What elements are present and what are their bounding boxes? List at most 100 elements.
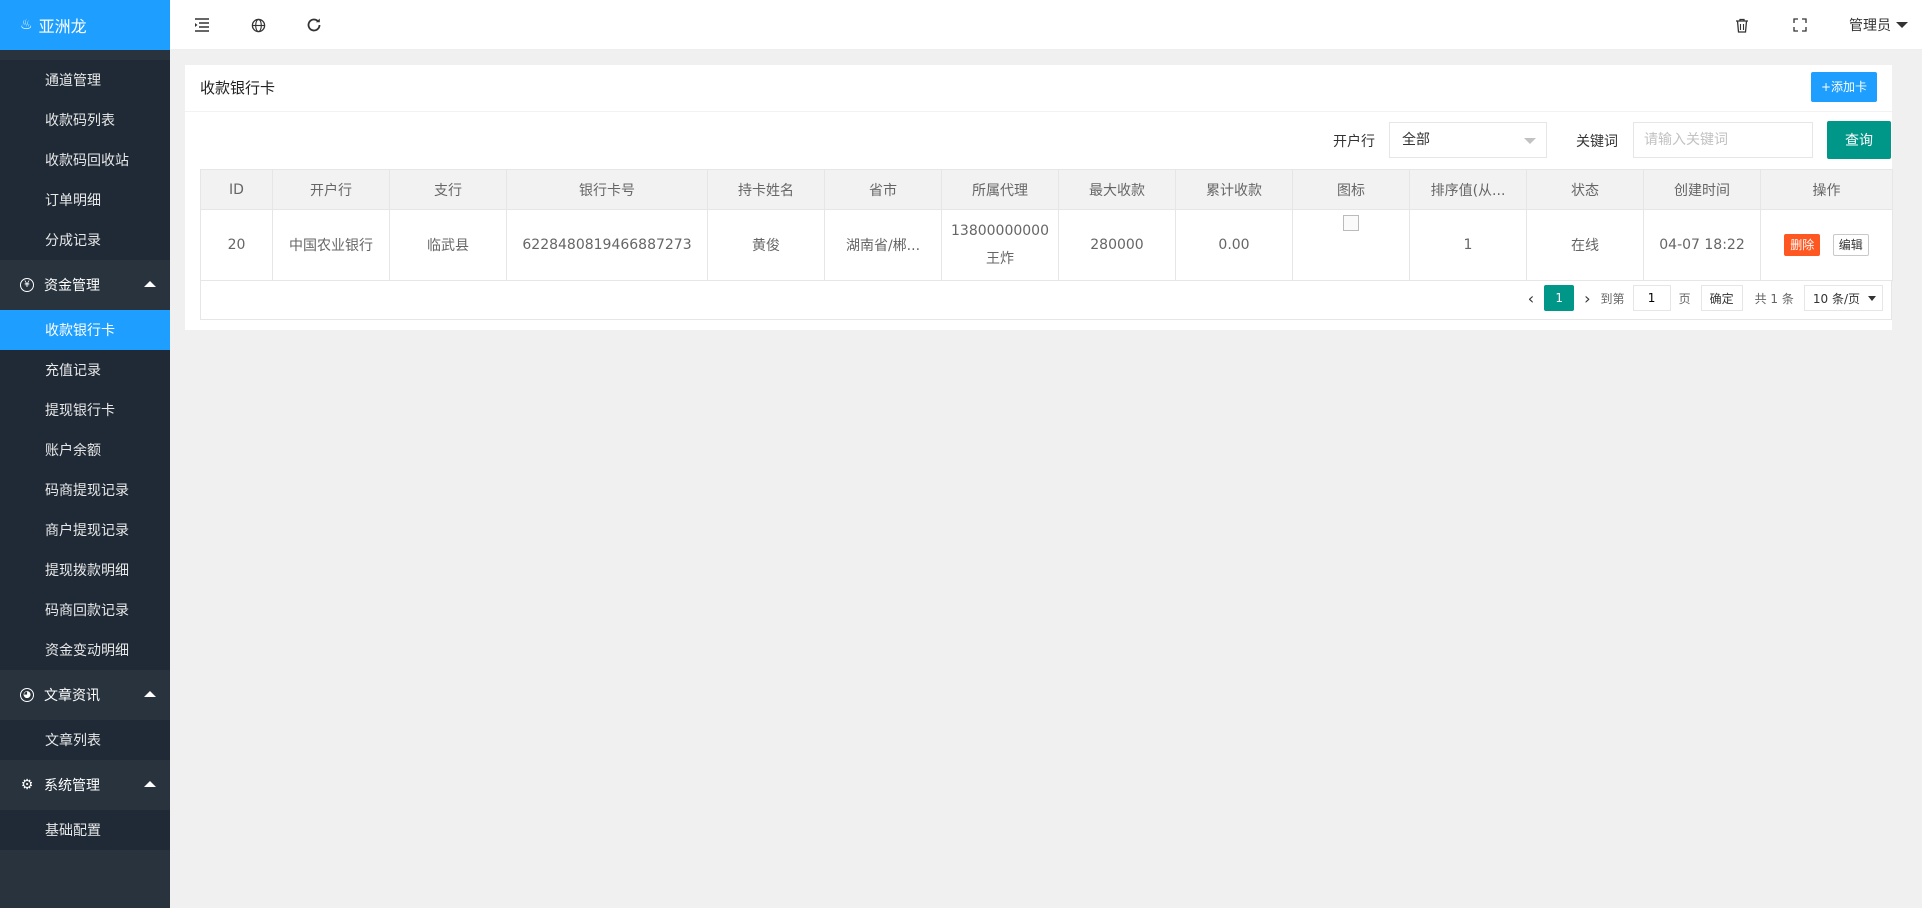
cell-bank: 中国农业银行 [272,209,390,281]
sidebar-item-label: 基础配置 [45,823,101,839]
sidebar-item-label: 提现银行卡 [45,403,115,419]
caret-up-icon [144,781,156,787]
menu-collapse-icon[interactable] [192,15,212,35]
sidebar-item-recharge[interactable]: 充值记录 [0,350,170,390]
page-current[interactable]: 1 [1544,285,1575,311]
cell-holder: 黄俊 [707,209,825,281]
sidebar-item-label: 资金变动明细 [45,643,129,659]
keyword-label: 关键词 [1576,134,1618,150]
query-button[interactable]: 查询 [1827,121,1891,159]
sidebar: ♨ 亚洲龙 通道管理 收款码列表 收款码回收站 订单明细 分成记录 ¥ 资金管理… [0,0,170,908]
goto-page-input[interactable] [1632,285,1671,311]
column-header[interactable]: 操作 [1760,169,1893,210]
app-name: 亚洲龙 [38,17,87,36]
sidebar-group-system[interactable]: ⚙ 系统管理 [0,760,170,810]
add-card-button[interactable]: +添加卡 [1810,72,1877,102]
sidebar-item-merchant-withdraw[interactable]: 商户提现记录 [0,510,170,550]
sidebar-group-label: 文章资讯 [44,688,100,704]
cell-total-amount: 0.00 [1175,209,1293,281]
sidebar-item-code-refund[interactable]: 码商回款记录 [0,590,170,630]
sidebar-item-channel[interactable]: 通道管理 [0,60,170,100]
sidebar-item-merchant-code-withdraw[interactable]: 码商提现记录 [0,470,170,510]
goto-label: 到第 [1600,291,1625,306]
sidebar-item-label: 文章列表 [45,733,101,749]
app-logo[interactable]: ♨ 亚洲龙 [0,0,170,50]
fullscreen-icon[interactable] [1790,15,1810,35]
page-title: 收款银行卡 [200,79,276,97]
cell-branch: 临武县 [389,209,507,281]
agent-name: 王炸 [986,251,1014,267]
caret-down-icon [1524,138,1536,144]
broken-image-icon [1343,215,1359,231]
column-header[interactable]: 开户行 [272,169,390,210]
column-header[interactable]: 图标 [1292,169,1410,210]
top-header: 管理员 [170,0,1922,50]
sidebar-item-fund-changes[interactable]: 资金变动明细 [0,630,170,670]
page-size-value: 10 条/页 [1812,291,1860,306]
sidebar-item-label: 收款银行卡 [45,323,115,339]
cell-id: 20 [200,209,273,281]
column-header[interactable]: 状态 [1526,169,1644,210]
sidebar-item-commission[interactable]: 分成记录 [0,220,170,260]
caret-up-icon [144,281,156,287]
bank-select-value: 全部 [1402,132,1430,148]
sidebar-item-receiving-cards[interactable]: 收款银行卡 [0,310,170,350]
palette-icon: ◕ [20,688,34,702]
sidebar-group-articles[interactable]: ◕ 文章资讯 [0,670,170,720]
chevron-left-icon[interactable]: ‹ [1528,289,1534,308]
column-header[interactable]: 支行 [389,169,507,210]
gear-icon: ⚙ [20,777,34,793]
cell-actions: 删除 编辑 [1760,209,1893,281]
keyword-input[interactable] [1633,122,1813,158]
sidebar-group-funds[interactable]: ¥ 资金管理 [0,260,170,310]
globe-icon[interactable] [248,15,268,35]
edit-button[interactable]: 编辑 [1832,234,1869,256]
sidebar-item-label: 收款码列表 [45,113,115,129]
sidebar-item-balance[interactable]: 账户余额 [0,430,170,470]
total-count: 共 1 条 [1754,291,1794,306]
admin-menu[interactable]: 管理员 [1849,15,1908,35]
divider [185,111,1892,112]
column-header[interactable]: 最大收款 [1058,169,1176,210]
bank-filter-label: 开户行 [1333,134,1375,150]
page-unit-label: 页 [1678,291,1691,306]
sidebar-group-label: 资金管理 [44,278,100,294]
column-header[interactable]: 所属代理 [941,169,1059,210]
sidebar-item-orders[interactable]: 订单明细 [0,180,170,220]
sidebar-item-label: 分成记录 [45,233,101,249]
sidebar-item-qrcode-list[interactable]: 收款码列表 [0,100,170,140]
sidebar-item-article-list[interactable]: 文章列表 [0,720,170,760]
column-header[interactable]: 创建时间 [1643,169,1761,210]
column-header[interactable]: 银行卡号 [506,169,708,210]
refresh-icon[interactable] [304,15,324,35]
cell-card-number: 6228480819466887273 [506,209,708,281]
chevron-right-icon[interactable]: › [1584,289,1590,308]
column-header[interactable]: ID [200,169,273,210]
yen-circle-icon: ¥ [20,278,34,292]
table-header-row: ID 开户行 支行 银行卡号 持卡姓名 省市 所属代理 最大收款 累计收款 图标… [200,169,1893,210]
sidebar-item-withdraw-cards[interactable]: 提现银行卡 [0,390,170,430]
cell-max-amount: 280000 [1058,209,1176,281]
sidebar-item-withdraw-payout[interactable]: 提现拨款明细 [0,550,170,590]
column-header[interactable]: 排序值(从... [1409,169,1527,210]
table-row[interactable]: 20 中国农业银行 临武县 6228480819466887273 黄俊 湖南省… [200,209,1893,281]
column-header[interactable]: 累计收款 [1175,169,1293,210]
sidebar-item-label: 充值记录 [45,363,101,379]
sidebar-item-qrcode-recycle[interactable]: 收款码回收站 [0,140,170,180]
sidebar-item-basic-config[interactable]: 基础配置 [0,810,170,850]
delete-button[interactable]: 删除 [1784,234,1821,256]
trash-icon[interactable] [1732,15,1752,35]
bank-select[interactable]: 全部 [1389,122,1547,158]
cell-agent: 13800000000 王炸 [941,209,1059,281]
sidebar-item-label: 提现拨款明细 [45,563,129,579]
cell-created: 04-07 18:22 [1643,209,1761,281]
page-size-select[interactable]: 10 条/页 [1803,285,1883,311]
cell-status: 在线 [1526,209,1644,281]
sidebar-item-label: 商户提现记录 [45,523,129,539]
sidebar-item-label: 账户余额 [45,443,101,459]
sidebar-item-label: 码商回款记录 [45,603,129,619]
goto-confirm-button[interactable]: 确定 [1700,285,1743,311]
column-header[interactable]: 省市 [824,169,942,210]
pagination-bar: ‹ 1 › 到第 页 确定 共 1 条 10 条/页 [200,280,1892,320]
column-header[interactable]: 持卡姓名 [707,169,825,210]
